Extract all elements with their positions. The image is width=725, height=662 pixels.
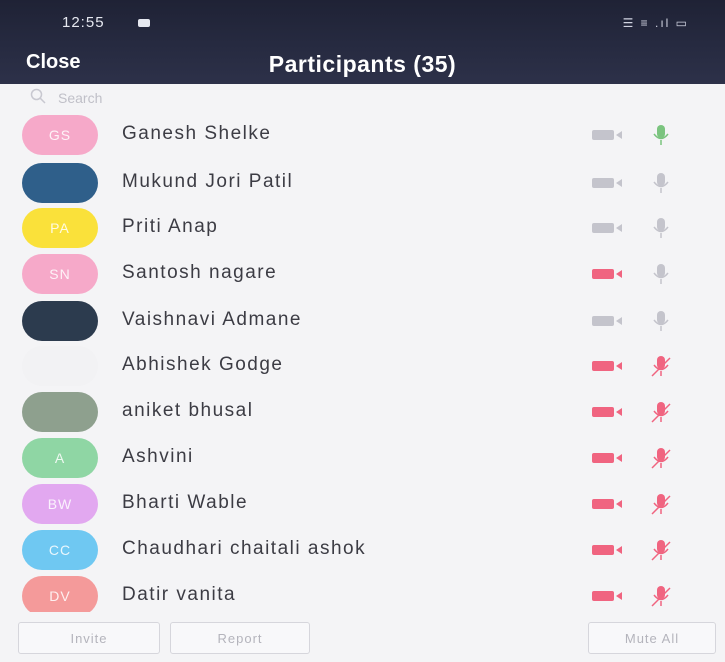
- participant-name: Bharti Wable: [122, 492, 249, 513]
- participant-name: Priti Anap: [122, 216, 219, 237]
- participant-row[interactable]: PA Priti Anap: [0, 205, 725, 251]
- avatar: CC: [22, 530, 98, 570]
- video-off-icon[interactable]: [592, 268, 626, 280]
- avatar: BW: [22, 484, 98, 524]
- avatar: DV: [22, 576, 98, 616]
- participant-row[interactable]: CC Chaudhari chaitali ashok: [0, 527, 725, 573]
- page-title: Participants (35): [268, 51, 457, 77]
- header: Close Participants (35): [0, 44, 725, 84]
- participant-name: Ganesh Shelke: [122, 123, 272, 144]
- video-off-icon[interactable]: [592, 590, 626, 602]
- report-button[interactable]: Report: [170, 622, 310, 654]
- participant-row[interactable]: SN Santosh nagare: [0, 251, 725, 297]
- participant-row[interactable]: Vaishnavi Admane: [0, 298, 725, 344]
- mic-muted-icon[interactable]: [650, 584, 672, 608]
- mic-icon[interactable]: [650, 309, 672, 333]
- video-off-icon[interactable]: [592, 498, 626, 510]
- footer-bar: Invite Report Mute All: [0, 612, 725, 662]
- mic-icon[interactable]: [650, 171, 672, 195]
- avatar: [22, 301, 98, 341]
- avatar: [22, 392, 98, 432]
- mic-muted-icon[interactable]: [650, 354, 672, 378]
- video-icon[interactable]: [592, 222, 626, 234]
- video-off-icon[interactable]: [592, 406, 626, 418]
- mic-icon[interactable]: [650, 262, 672, 286]
- avatar: [22, 163, 98, 203]
- participant-list: GS Ganesh Shelke Mukund Jori Patil PA Priti …: [0, 112, 725, 616]
- participant-row[interactable]: aniket bhusal: [0, 389, 725, 435]
- participant-name: Ashvini: [122, 446, 194, 467]
- mic-muted-icon[interactable]: [650, 492, 672, 516]
- participant-row[interactable]: Abhishek Godge: [0, 343, 725, 389]
- status-bar: 12:55 ☰ ≡ .ıl ▭: [0, 0, 725, 44]
- search-input[interactable]: [58, 86, 358, 110]
- participant-name: aniket bhusal: [122, 400, 254, 421]
- participant-row[interactable]: A Ashvini: [0, 435, 725, 481]
- avatar: PA: [22, 208, 98, 248]
- mic-muted-icon[interactable]: [650, 400, 672, 424]
- participant-name: Mukund Jori Patil: [122, 171, 294, 192]
- avatar: SN: [22, 254, 98, 294]
- mic-muted-icon[interactable]: [650, 446, 672, 470]
- mute-all-button[interactable]: Mute All: [588, 622, 716, 654]
- search-icon: [30, 88, 46, 104]
- status-time: 12:55: [62, 14, 105, 31]
- mic-icon[interactable]: [650, 216, 672, 240]
- participant-name: Vaishnavi Admane: [122, 309, 302, 330]
- avatar: [22, 346, 98, 386]
- search-bar: [0, 84, 725, 112]
- video-off-icon[interactable]: [592, 544, 626, 556]
- avatar: A: [22, 438, 98, 478]
- participant-name: Chaudhari chaitali ashok: [122, 538, 367, 559]
- notification-icon: [138, 19, 150, 27]
- avatar: GS: [22, 115, 98, 155]
- participant-name: Abhishek Godge: [122, 354, 284, 375]
- invite-button[interactable]: Invite: [18, 622, 160, 654]
- system-indicators: ☰ ≡ .ıl ▭: [622, 16, 689, 30]
- participant-row[interactable]: Mukund Jori Patil: [0, 160, 725, 206]
- participant-row[interactable]: BW Bharti Wable: [0, 481, 725, 527]
- participant-name: Santosh nagare: [122, 262, 278, 283]
- participant-name: Datir vanita: [122, 584, 237, 605]
- video-off-icon[interactable]: [592, 452, 626, 464]
- participant-row[interactable]: GS Ganesh Shelke: [0, 112, 725, 158]
- video-icon[interactable]: [592, 315, 626, 327]
- mic-icon[interactable]: [650, 123, 672, 147]
- mic-muted-icon[interactable]: [650, 538, 672, 562]
- video-icon[interactable]: [592, 177, 626, 189]
- video-icon[interactable]: [592, 129, 626, 141]
- video-off-icon[interactable]: [592, 360, 626, 372]
